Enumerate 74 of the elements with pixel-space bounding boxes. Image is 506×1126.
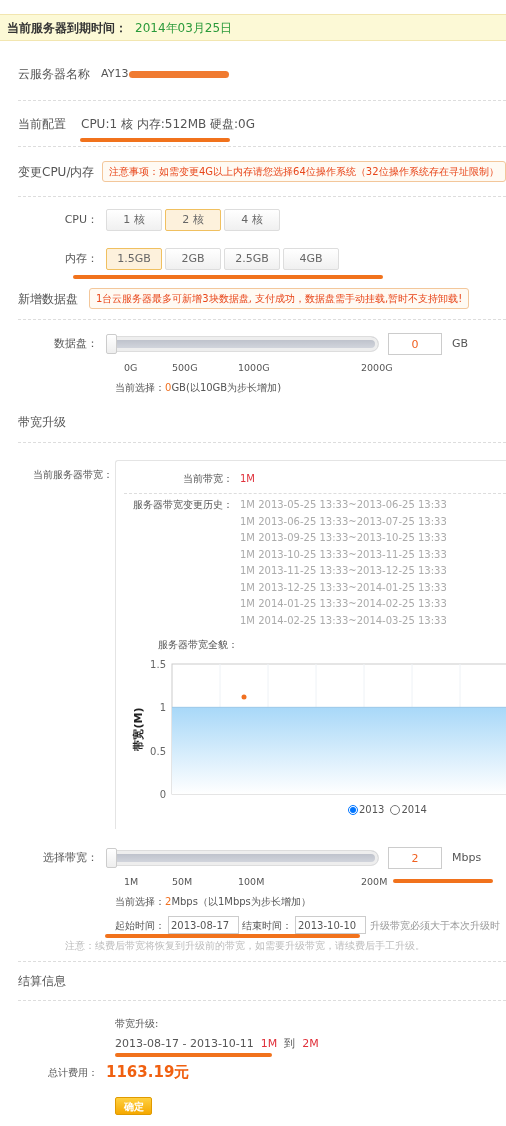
option-button[interactable]: 1 核: [106, 209, 162, 231]
axis-tick-label: 1: [159, 702, 166, 714]
to-word: 到: [284, 1036, 296, 1053]
marker-dot: [241, 694, 247, 700]
field-label: 新增数据盘: [18, 290, 79, 308]
radio-label: 2013: [359, 803, 385, 817]
radio-label: 2014: [401, 803, 427, 817]
tick-label: 200M: [361, 875, 388, 889]
tick-label: 1000G: [238, 361, 270, 375]
field-label: 结束时间：: [242, 918, 292, 933]
history-entry: 1M 2013-10-25 13:33~2013-11-25 13:33: [240, 547, 447, 562]
server-name: AY13: [101, 65, 129, 82]
section-heading: 带宽升级: [18, 413, 66, 431]
expiry-date: 2014年03月25日: [135, 19, 233, 37]
field-label: 云服务器名称: [18, 66, 91, 83]
field-label: 当前服务器带宽：: [33, 468, 113, 482]
tick-label: 0G: [124, 361, 138, 375]
history-entry: 1M 2014-02-25 13:33~2014-03-25 13:33: [240, 613, 447, 628]
option-button[interactable]: 2GB: [165, 248, 221, 270]
bandwidth-value: 1M: [260, 1036, 278, 1053]
history-entry: 1M 2013-05-25 13:33~2013-06-25 13:33: [240, 498, 447, 512]
period-text: 2013-08-17 - 2013-10-11: [115, 1036, 254, 1053]
history-entry: 1M 2013-12-25 13:33~2014-01-25 13:33: [240, 580, 447, 595]
option-button[interactable]: 4 核: [224, 209, 280, 231]
section-heading: 结算信息: [18, 973, 66, 991]
date-field[interactable]: 2013-08-17: [168, 916, 239, 934]
option-button[interactable]: 2 核: [165, 209, 221, 231]
number-field[interactable]: 0: [388, 333, 442, 355]
tick-label: 500G: [172, 361, 198, 375]
history-entry: 1M 2013-09-25 13:33~2013-10-25 13:33: [240, 531, 447, 545]
number-field[interactable]: 2: [388, 847, 442, 869]
axis-tick-label: 1.5: [150, 659, 166, 670]
field-label: 总计费用：: [47, 1065, 99, 1080]
slider-thumb[interactable]: [106, 334, 117, 354]
field-label: CPU：: [63, 211, 99, 228]
tick-label: 1M: [124, 875, 139, 889]
field-label: 当前配置: [18, 115, 67, 133]
field-label: 数据盘：: [53, 335, 99, 352]
history-entry: 1M 2013-11-25 13:33~2013-12-25 13:33: [240, 564, 447, 578]
axis-title: 带宽(M): [132, 707, 145, 751]
field-label: 当前带宽：: [182, 471, 233, 486]
tick-label: 2000G: [361, 361, 393, 375]
hint-text: 升级带宽必须大于本次升级时: [370, 918, 500, 933]
tick-label: 100M: [238, 875, 265, 889]
unit-label: GB: [452, 335, 469, 352]
bandwidth-value: 2M: [302, 1036, 319, 1053]
detail-label: 带宽升级:: [115, 1017, 159, 1032]
notice-text: 1台云服务器最多可新增3块数据盘, 支付成功，数据盘需手动挂载,暂时不支持卸载!: [89, 288, 470, 309]
field-label: 服务器带宽变更历史：: [132, 498, 233, 512]
selection-text: 当前选择：0GB(以10GB为步长增加): [115, 381, 282, 395]
option-button[interactable]: 2.5GB: [224, 248, 280, 270]
option-button[interactable]: 1.5GB: [106, 248, 162, 270]
selection-text: 当前选择：2Mbps（以1Mbps为步长增加）: [115, 895, 311, 909]
axis-tick-label: 0: [159, 789, 166, 799]
tick-label: 50M: [172, 875, 193, 889]
radio-button[interactable]: [390, 804, 401, 815]
field-label: 服务器带宽全貌：: [158, 638, 238, 652]
radio-button[interactable]: [348, 804, 358, 815]
total-price: 1163.19元: [106, 1061, 190, 1083]
bandwidth-value: 1M: [240, 471, 255, 486]
unit-label: Mbps: [452, 849, 482, 866]
field-label: 变更CPU/内存: [18, 163, 96, 181]
field-label: 起始时间：: [115, 918, 165, 933]
config-value: CPU:1 核 内存:512MB 硬盘:0G: [81, 115, 256, 133]
slider-thumb[interactable]: [106, 848, 117, 868]
history-entry: 1M 2013-06-25 13:33~2013-07-25 13:33: [240, 514, 447, 529]
field-label: 选择带宽：: [42, 849, 99, 866]
expiry-label: 当前服务器到期时间：: [7, 19, 127, 37]
option-button[interactable]: 4GB: [283, 248, 339, 270]
notice-text: 注意事项：如需变更4G以上内存请您选择64位操作系统（32位操作系统存在寻址限制）: [102, 161, 506, 182]
history-entry: 1M 2014-01-25 13:33~2014-02-25 13:33: [240, 597, 447, 611]
axis-tick-label: 0.5: [150, 745, 166, 757]
date-field[interactable]: 2013-10-10: [295, 916, 366, 934]
field-label: 内存：: [64, 250, 99, 267]
